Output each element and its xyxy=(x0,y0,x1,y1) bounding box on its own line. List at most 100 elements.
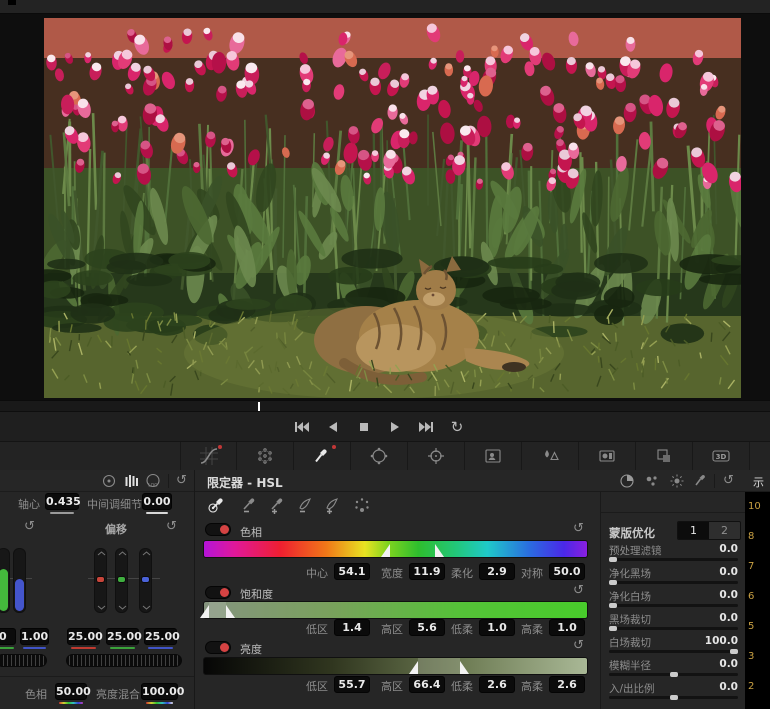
blue-bar-slider[interactable] xyxy=(13,548,26,613)
hue-sym-value[interactable]: 50.0 xyxy=(549,563,585,580)
offset-blue-value[interactable]: 25.00 xyxy=(144,628,177,645)
lum-low-handle[interactable] xyxy=(409,661,418,674)
softness-add-icon[interactable] xyxy=(323,496,341,514)
wheels-mode-icon[interactable] xyxy=(101,473,117,489)
qualifier-tool-button[interactable] xyxy=(294,442,351,470)
matte-tab-1[interactable]: 1 xyxy=(678,522,709,539)
lum-mix-value[interactable]: 100.00 xyxy=(141,683,178,700)
hue-toggle[interactable] xyxy=(205,523,231,536)
offset-red-handle[interactable] xyxy=(96,576,105,583)
magic-mask-tool-button[interactable] xyxy=(465,442,522,470)
matte-dots-icon[interactable] xyxy=(644,473,660,489)
lum-highsoft-value[interactable]: 2.6 xyxy=(549,676,585,693)
matte-param-slider[interactable] xyxy=(609,673,738,676)
sizing-tool-button[interactable] xyxy=(636,442,693,470)
matte-param-value[interactable]: 0.0 xyxy=(719,589,738,601)
stop-button[interactable] xyxy=(355,420,373,434)
offset-blue-handle[interactable] xyxy=(141,576,150,583)
hue-reset-icon[interactable]: ↺ xyxy=(573,522,584,535)
matte-param-handle[interactable] xyxy=(609,557,617,562)
loop-button[interactable]: ↻ xyxy=(448,420,466,434)
first-frame-button[interactable] xyxy=(293,420,311,434)
matte-param-value[interactable]: 100.0 xyxy=(705,635,738,647)
primaries-reset-icon[interactable]: ↺ xyxy=(176,474,187,487)
lum-high-handle[interactable] xyxy=(460,661,469,674)
bars-mode-icon[interactable] xyxy=(123,473,139,489)
matte-param-handle[interactable] xyxy=(670,672,678,677)
color-warper-tool-button[interactable] xyxy=(237,442,294,470)
matte-param-slider[interactable] xyxy=(609,604,738,607)
bars-scroll-wheel[interactable] xyxy=(0,654,47,667)
timeline-scrubber[interactable] xyxy=(0,400,770,412)
hue-mix-value[interactable]: 50.00 xyxy=(55,683,87,700)
hue-high-handle[interactable] xyxy=(435,544,444,557)
lum-reset-icon[interactable]: ↺ xyxy=(573,639,584,652)
blue-bar-value[interactable]: 1.00 xyxy=(20,628,49,645)
matte-param-value[interactable]: 0.0 xyxy=(719,612,738,624)
hue-low-handle[interactable] xyxy=(381,544,390,557)
sat-toggle[interactable] xyxy=(205,586,231,599)
green-bar-slider[interactable] xyxy=(0,548,10,613)
offset-reset-icon[interactable]: ↺ xyxy=(166,520,177,533)
matte-param-handle[interactable] xyxy=(609,603,617,608)
tracker-tool-button[interactable] xyxy=(408,442,465,470)
matte-param-slider[interactable] xyxy=(609,627,738,630)
matte-param-handle[interactable] xyxy=(609,626,617,631)
offset-red-slider[interactable] xyxy=(94,548,107,613)
curves-tool-button[interactable] xyxy=(180,442,237,470)
matte-param-slider[interactable] xyxy=(609,650,738,653)
hue-section-label: 色相 xyxy=(240,524,262,540)
lum-bar[interactable] xyxy=(203,657,588,675)
offset-scroll-wheel[interactable] xyxy=(66,654,182,667)
matte-param-row: 白场裁切100.0 xyxy=(601,635,745,658)
green-bar-value[interactable]: 00 xyxy=(0,628,16,645)
3d-tool-button[interactable]: 3D xyxy=(693,442,750,470)
picker-icon[interactable] xyxy=(693,473,708,488)
blur-tool-button[interactable] xyxy=(522,442,579,470)
matte-tab-2[interactable]: 2 xyxy=(709,522,740,539)
picker-main-icon[interactable] xyxy=(207,496,227,514)
sat-low-handle[interactable] xyxy=(200,605,209,618)
midtone-detail-value[interactable]: 0.00 xyxy=(142,493,172,510)
matte-param-slider[interactable] xyxy=(609,696,738,699)
power-window-tool-button[interactable] xyxy=(351,442,408,470)
softness-subtract-icon[interactable] xyxy=(296,496,314,514)
qualifier-reset-icon[interactable]: ↺ xyxy=(723,474,734,487)
offset-red-value[interactable]: 25.00 xyxy=(67,628,100,645)
picker-add-icon[interactable] xyxy=(268,496,286,514)
matte-param-handle[interactable] xyxy=(609,580,617,585)
sat-bar[interactable] xyxy=(203,601,588,619)
highlight-icon[interactable] xyxy=(619,473,635,489)
log-mode-icon[interactable]: LOG xyxy=(145,473,161,489)
offset-blue-slider[interactable] xyxy=(139,548,152,613)
invert-mask-icon[interactable] xyxy=(353,496,371,514)
offset-green-slider[interactable] xyxy=(115,548,128,613)
matte-param-value[interactable]: 0.0 xyxy=(719,566,738,578)
playhead[interactable] xyxy=(258,402,260,411)
sat-high-handle[interactable] xyxy=(226,605,235,618)
bars-reset-icon[interactable]: ↺ xyxy=(24,520,35,533)
offset-green-value[interactable]: 25.00 xyxy=(106,628,139,645)
matte-param-slider[interactable] xyxy=(609,581,738,584)
matte-param-value[interactable]: 0.0 xyxy=(719,658,738,670)
keyer-tool-button[interactable] xyxy=(579,442,636,470)
transport-bar: ↻ xyxy=(0,412,770,442)
hue-bar[interactable] xyxy=(203,540,588,558)
matte-param-handle[interactable] xyxy=(670,695,678,700)
green-underline-2 xyxy=(110,647,135,649)
sun-icon[interactable] xyxy=(669,473,685,489)
pivot-value[interactable]: 0.435 xyxy=(45,493,79,510)
play-forward-button[interactable] xyxy=(386,420,404,434)
last-frame-button[interactable] xyxy=(417,420,435,434)
lum-toggle[interactable] xyxy=(205,641,231,654)
picker-subtract-icon[interactable] xyxy=(240,496,258,514)
matte-param-slider[interactable] xyxy=(609,558,738,561)
offset-green-handle[interactable] xyxy=(117,576,126,583)
play-reverse-button[interactable] xyxy=(324,420,342,434)
viewer-photo[interactable] xyxy=(44,18,741,398)
sat-reset-icon[interactable]: ↺ xyxy=(573,584,584,597)
matte-param-handle[interactable] xyxy=(730,649,738,654)
matte-param-value[interactable]: 0.0 xyxy=(719,681,738,693)
sat-highsoft-value[interactable]: 1.0 xyxy=(549,619,585,636)
matte-param-value[interactable]: 0.0 xyxy=(719,543,738,555)
